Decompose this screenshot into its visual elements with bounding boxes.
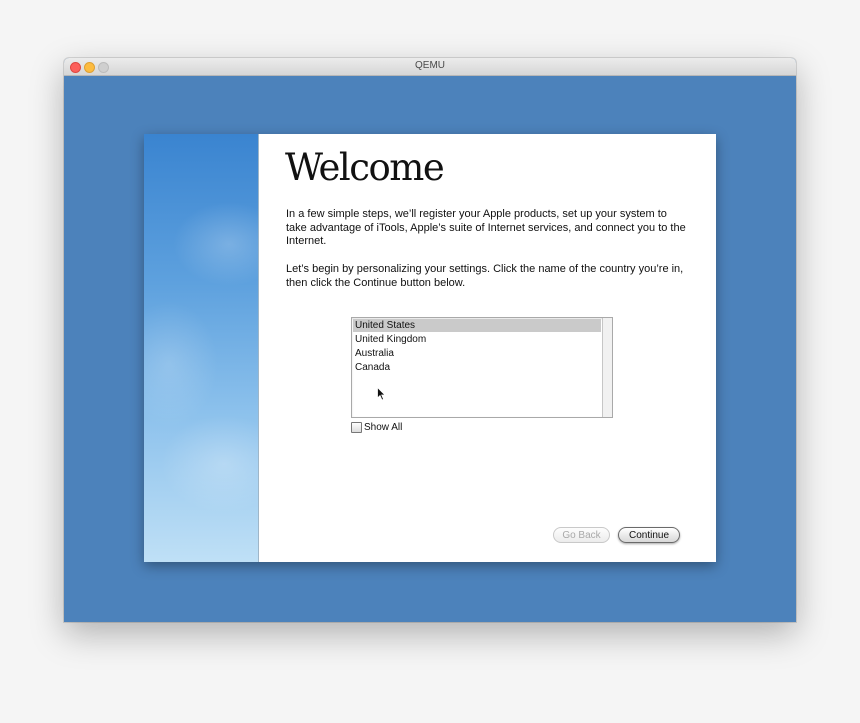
country-list[interactable]: United States United Kingdom Australia C… bbox=[351, 317, 613, 418]
window-title: QEMU bbox=[415, 60, 445, 71]
page-title: Welcome bbox=[285, 146, 445, 189]
country-item-united-states[interactable]: United States bbox=[353, 319, 601, 332]
intro-text: In a few simple steps, we’ll register yo… bbox=[286, 208, 686, 247]
show-all-checkbox[interactable] bbox=[351, 422, 362, 433]
sky-sidebar-image bbox=[144, 134, 259, 562]
country-item-canada[interactable]: Canada bbox=[353, 361, 601, 374]
go-back-button[interactable]: Go Back bbox=[553, 527, 610, 543]
country-item-australia[interactable]: Australia bbox=[353, 347, 601, 360]
country-item-united-kingdom[interactable]: United Kingdom bbox=[353, 333, 601, 346]
setup-content: Welcome In a few simple steps, we’ll reg… bbox=[259, 134, 716, 562]
setup-assistant-panel: Welcome In a few simple steps, we’ll reg… bbox=[144, 134, 716, 562]
qemu-window: QEMU Welcome In a few simple steps, we’l… bbox=[64, 58, 796, 622]
show-all-label: Show All bbox=[364, 422, 403, 433]
window-titlebar[interactable]: QEMU bbox=[64, 58, 796, 76]
mouse-cursor-icon bbox=[377, 387, 386, 401]
continue-button[interactable]: Continue bbox=[618, 527, 680, 543]
instruction-text: Let’s begin by personalizing your settin… bbox=[286, 263, 684, 289]
list-scrollbar[interactable] bbox=[602, 318, 612, 417]
